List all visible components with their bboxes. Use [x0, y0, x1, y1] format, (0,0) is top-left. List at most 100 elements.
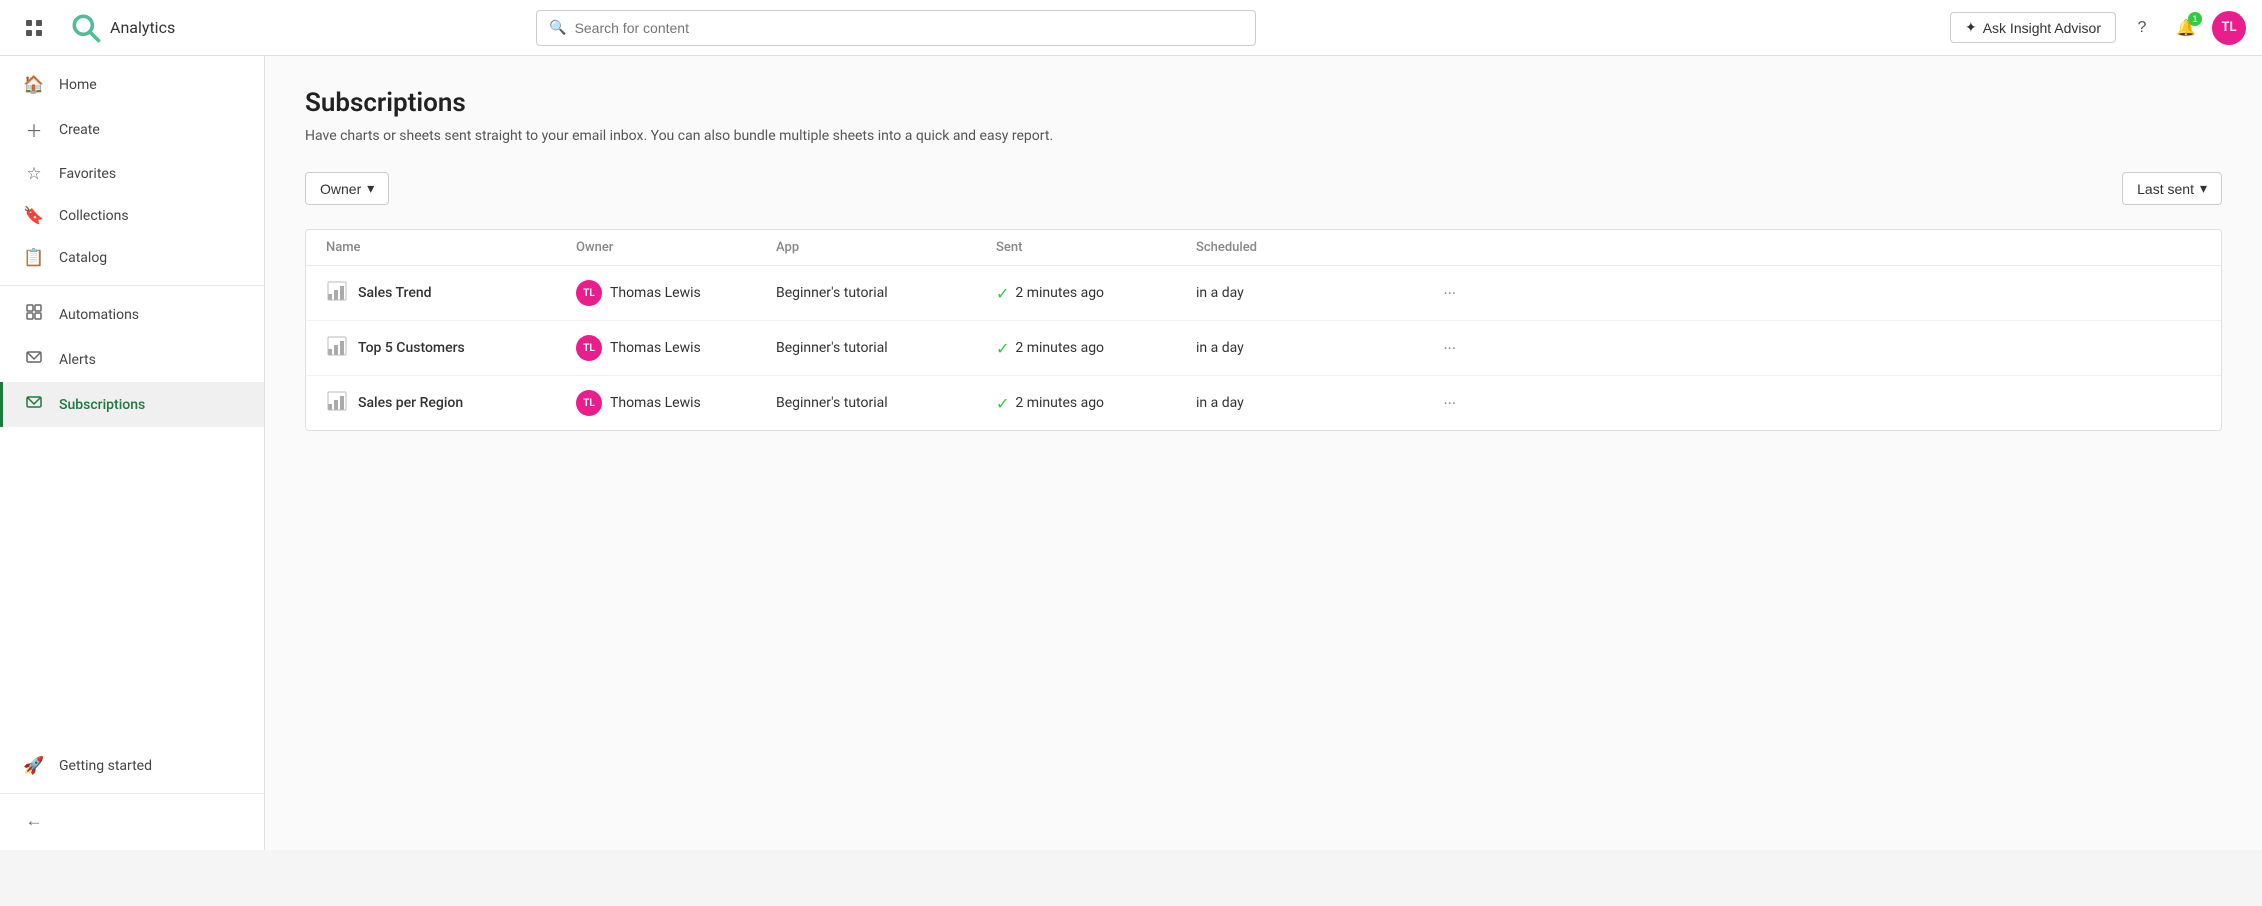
help-icon: ?	[2138, 19, 2147, 37]
main-content: Subscriptions Have charts or sheets sent…	[265, 56, 2262, 850]
row3-owner-avatar: TL	[576, 390, 602, 416]
row3-sent: ✓ 2 minutes ago	[996, 394, 1196, 413]
alerts-icon	[23, 348, 45, 371]
sidebar-label-home: Home	[59, 77, 97, 93]
table-row: Top 5 Customers TL Thomas Lewis Beginner…	[306, 321, 2221, 376]
chart-icon-2	[326, 335, 348, 361]
sidebar-divider-2	[0, 793, 264, 794]
row1-scheduled: in a day	[1196, 285, 1396, 301]
row2-owner: TL Thomas Lewis	[576, 335, 776, 361]
row1-app: Beginner's tutorial	[776, 285, 996, 301]
sidebar-label-favorites: Favorites	[59, 166, 116, 182]
sidebar-item-home[interactable]: 🏠 Home	[0, 64, 264, 106]
sidebar-item-automations[interactable]: Automations	[0, 292, 264, 337]
col-app: App	[776, 240, 996, 255]
row3-owner: TL Thomas Lewis	[576, 390, 776, 416]
bookmark-icon: 🔖	[23, 206, 45, 226]
notification-badge: 1	[2188, 12, 2202, 26]
row2-owner-name: Thomas Lewis	[610, 340, 701, 356]
search-input[interactable]	[575, 20, 1244, 36]
row3-sent-time: 2 minutes ago	[1015, 395, 1104, 411]
sidebar-item-collapse[interactable]: ←	[0, 800, 264, 842]
user-avatar[interactable]: TL	[2212, 11, 2246, 45]
sidebar-label-collections: Collections	[59, 208, 129, 224]
notifications-button[interactable]: 🔔 1	[2168, 10, 2204, 46]
insight-star-icon: ✦	[1965, 19, 1977, 36]
row1-owner: TL Thomas Lewis	[576, 280, 776, 306]
row1-sent: ✓ 2 minutes ago	[996, 284, 1196, 303]
table-row: Sales Trend TL Thomas Lewis Beginner's t…	[306, 266, 2221, 321]
sidebar-label-alerts: Alerts	[59, 352, 96, 368]
sidebar-label-automations: Automations	[59, 307, 139, 323]
collapse-icon: ←	[23, 811, 45, 831]
chevron-down-icon: ▾	[367, 180, 374, 197]
row2-app: Beginner's tutorial	[776, 340, 996, 356]
table-row: Sales per Region TL Thomas Lewis Beginne…	[306, 376, 2221, 430]
row2-sent: ✓ 2 minutes ago	[996, 339, 1196, 358]
row2-sent-time: 2 minutes ago	[1015, 340, 1104, 356]
row1-owner-name: Thomas Lewis	[610, 285, 701, 301]
col-owner: Owner	[576, 240, 776, 255]
topnav: Analytics 🔍 ✦ Ask Insight Advisor ? 🔔 1 …	[0, 0, 2262, 56]
sort-chevron-icon: ▾	[2200, 180, 2207, 197]
row1-name: Sales Trend	[326, 280, 576, 306]
owner-filter-button[interactable]: Owner ▾	[305, 172, 389, 205]
chart-icon-3	[326, 390, 348, 416]
subscriptions-table: Name Owner App Sent Scheduled	[305, 229, 2222, 431]
sidebar-label-subscriptions: Subscriptions	[59, 397, 145, 413]
qlik-logo: Analytics	[68, 10, 175, 46]
col-sent: Sent	[996, 240, 1196, 255]
grid-menu-icon[interactable]	[16, 10, 52, 46]
sidebar-spacer	[0, 427, 264, 745]
sort-button[interactable]: Last sent ▾	[2122, 172, 2222, 205]
row3-scheduled: in a day	[1196, 395, 1396, 411]
app-name: Analytics	[110, 18, 175, 37]
sort-label: Last sent	[2137, 181, 2194, 197]
chart-icon-1	[326, 280, 348, 306]
sidebar-item-subscriptions[interactable]: Subscriptions	[0, 382, 264, 427]
sidebar-label-catalog: Catalog	[59, 250, 107, 266]
row2-scheduled: in a day	[1196, 340, 1396, 356]
col-scheduled: Scheduled	[1196, 240, 1396, 255]
row3-owner-name: Thomas Lewis	[610, 395, 701, 411]
home-icon: 🏠	[23, 75, 45, 95]
row1-more-button[interactable]: ···	[1396, 284, 1456, 303]
page-title: Subscriptions	[305, 88, 2222, 118]
table-header: Name Owner App Sent Scheduled	[306, 230, 2221, 266]
insight-advisor-label: Ask Insight Advisor	[1983, 20, 2101, 36]
star-icon: ☆	[23, 164, 45, 184]
sidebar-label-create: Create	[59, 122, 100, 138]
check-icon-2: ✓	[996, 339, 1009, 358]
search-bar[interactable]: 🔍	[536, 10, 1256, 46]
row3-app: Beginner's tutorial	[776, 395, 996, 411]
subscriptions-icon	[23, 393, 45, 416]
row2-owner-avatar: TL	[576, 335, 602, 361]
row2-more-button[interactable]: ···	[1396, 339, 1456, 358]
sidebar-item-catalog[interactable]: 📋 Catalog	[0, 237, 264, 279]
row3-more-button[interactable]: ···	[1396, 394, 1456, 413]
row3-name: Sales per Region	[326, 390, 576, 416]
sidebar-item-alerts[interactable]: Alerts	[0, 337, 264, 382]
catalog-icon: 📋	[23, 248, 45, 268]
page-subtitle: Have charts or sheets sent straight to y…	[305, 128, 2222, 144]
sidebar-item-getting-started[interactable]: 🚀 Getting started	[0, 745, 264, 787]
sidebar-divider	[0, 285, 264, 286]
sidebar-item-collections[interactable]: 🔖 Collections	[0, 195, 264, 237]
sidebar-label-getting-started: Getting started	[59, 758, 152, 774]
topnav-right: ✦ Ask Insight Advisor ? 🔔 1 TL	[1950, 10, 2246, 46]
sidebar-item-create[interactable]: ＋ Create	[0, 106, 264, 153]
row2-name-text: Top 5 Customers	[358, 340, 465, 356]
sidebar-item-favorites[interactable]: ☆ Favorites	[0, 153, 264, 195]
toolbar: Owner ▾ Last sent ▾	[305, 172, 2222, 205]
check-icon-1: ✓	[996, 284, 1009, 303]
row2-name: Top 5 Customers	[326, 335, 576, 361]
help-button[interactable]: ?	[2124, 10, 2160, 46]
row1-owner-avatar: TL	[576, 280, 602, 306]
layout: 🏠 Home ＋ Create ☆ Favorites 🔖 Collection…	[0, 56, 2262, 850]
automations-icon	[23, 303, 45, 326]
row3-name-text: Sales per Region	[358, 395, 463, 411]
insight-advisor-button[interactable]: ✦ Ask Insight Advisor	[1950, 12, 2116, 43]
plus-icon: ＋	[23, 117, 45, 142]
col-actions	[1396, 240, 1456, 255]
sidebar: 🏠 Home ＋ Create ☆ Favorites 🔖 Collection…	[0, 56, 265, 850]
